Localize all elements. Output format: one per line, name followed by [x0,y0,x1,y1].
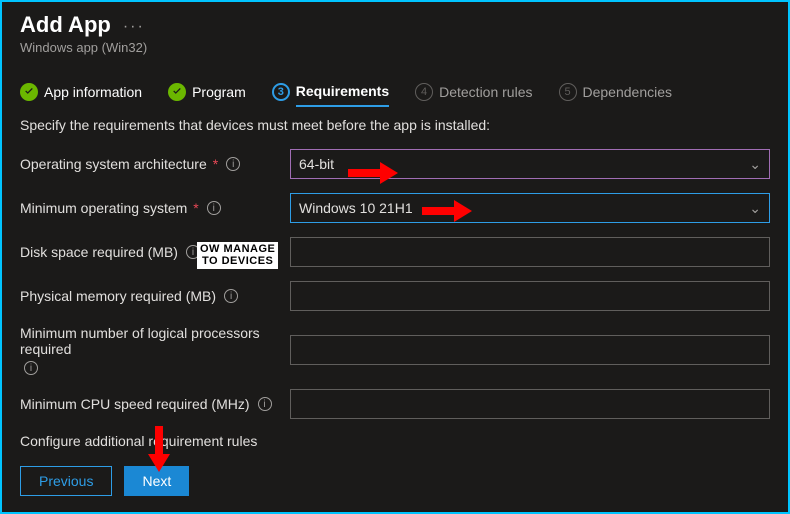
row-logical-processors: Minimum number of logical processors req… [20,325,770,375]
row-disk-space: Disk space required (MB) i [20,237,770,267]
info-icon[interactable]: i [207,201,221,215]
chevron-down-icon: ⌄ [749,156,761,173]
info-icon[interactable]: i [226,157,240,171]
tab-label: Detection rules [439,84,532,100]
min-os-dropdown[interactable]: Windows 10 21H1 ⌄ [290,193,770,223]
field-label: Minimum number of logical processors req… [20,325,290,357]
step-number-icon: 5 [559,83,577,101]
additional-rules-label: Configure additional requirement rules [20,433,770,449]
tab-program[interactable]: Program [168,83,246,101]
info-icon[interactable]: i [24,361,38,375]
tab-label: Requirements [296,83,389,99]
more-icon[interactable]: ··· [123,18,145,36]
check-icon [168,83,186,101]
step-number-icon: 4 [415,83,433,101]
wizard-tabs: App information Program 3 Requirements 4… [20,83,770,101]
required-mark: * [213,156,218,172]
dropdown-value: Windows 10 21H1 [299,200,413,216]
physical-memory-input[interactable] [290,281,770,311]
tab-detection-rules[interactable]: 4 Detection rules [415,83,532,101]
logical-processors-input[interactable] [290,335,770,365]
step-number-icon: 3 [272,83,290,101]
tab-requirements[interactable]: 3 Requirements [272,83,389,101]
disk-space-input[interactable] [290,237,770,267]
wizard-footer: Previous Next [20,466,189,496]
previous-button[interactable]: Previous [20,466,112,496]
dropdown-value: 64-bit [299,156,334,172]
required-mark: * [193,200,198,216]
row-cpu-speed: Minimum CPU speed required (MHz) i [20,389,770,419]
tab-label: App information [44,84,142,100]
info-icon[interactable]: i [258,397,272,411]
tab-label: Dependencies [583,84,673,100]
instruction-text: Specify the requirements that devices mu… [20,117,770,133]
os-architecture-dropdown[interactable]: 64-bit ⌄ [290,149,770,179]
tab-label: Program [192,84,246,100]
field-label: Minimum CPU speed required (MHz) [20,396,250,412]
tab-dependencies[interactable]: 5 Dependencies [559,83,673,101]
chevron-down-icon: ⌄ [749,200,761,217]
page-title: Add App [20,12,111,38]
page-subtitle: Windows app (Win32) [20,40,770,55]
field-label: Disk space required (MB) [20,244,178,260]
field-label: Minimum operating system [20,200,187,216]
field-label: Physical memory required (MB) [20,288,216,304]
tab-app-information[interactable]: App information [20,83,142,101]
watermark-logo: OW MANAGE TO DEVICES [197,242,278,269]
field-label: Operating system architecture [20,156,207,172]
row-os-architecture: Operating system architecture * i 64-bit… [20,149,770,179]
row-min-os: Minimum operating system * i Windows 10 … [20,193,770,223]
next-button[interactable]: Next [124,466,189,496]
check-icon [20,83,38,101]
info-icon[interactable]: i [224,289,238,303]
row-physical-memory: Physical memory required (MB) i [20,281,770,311]
cpu-speed-input[interactable] [290,389,770,419]
